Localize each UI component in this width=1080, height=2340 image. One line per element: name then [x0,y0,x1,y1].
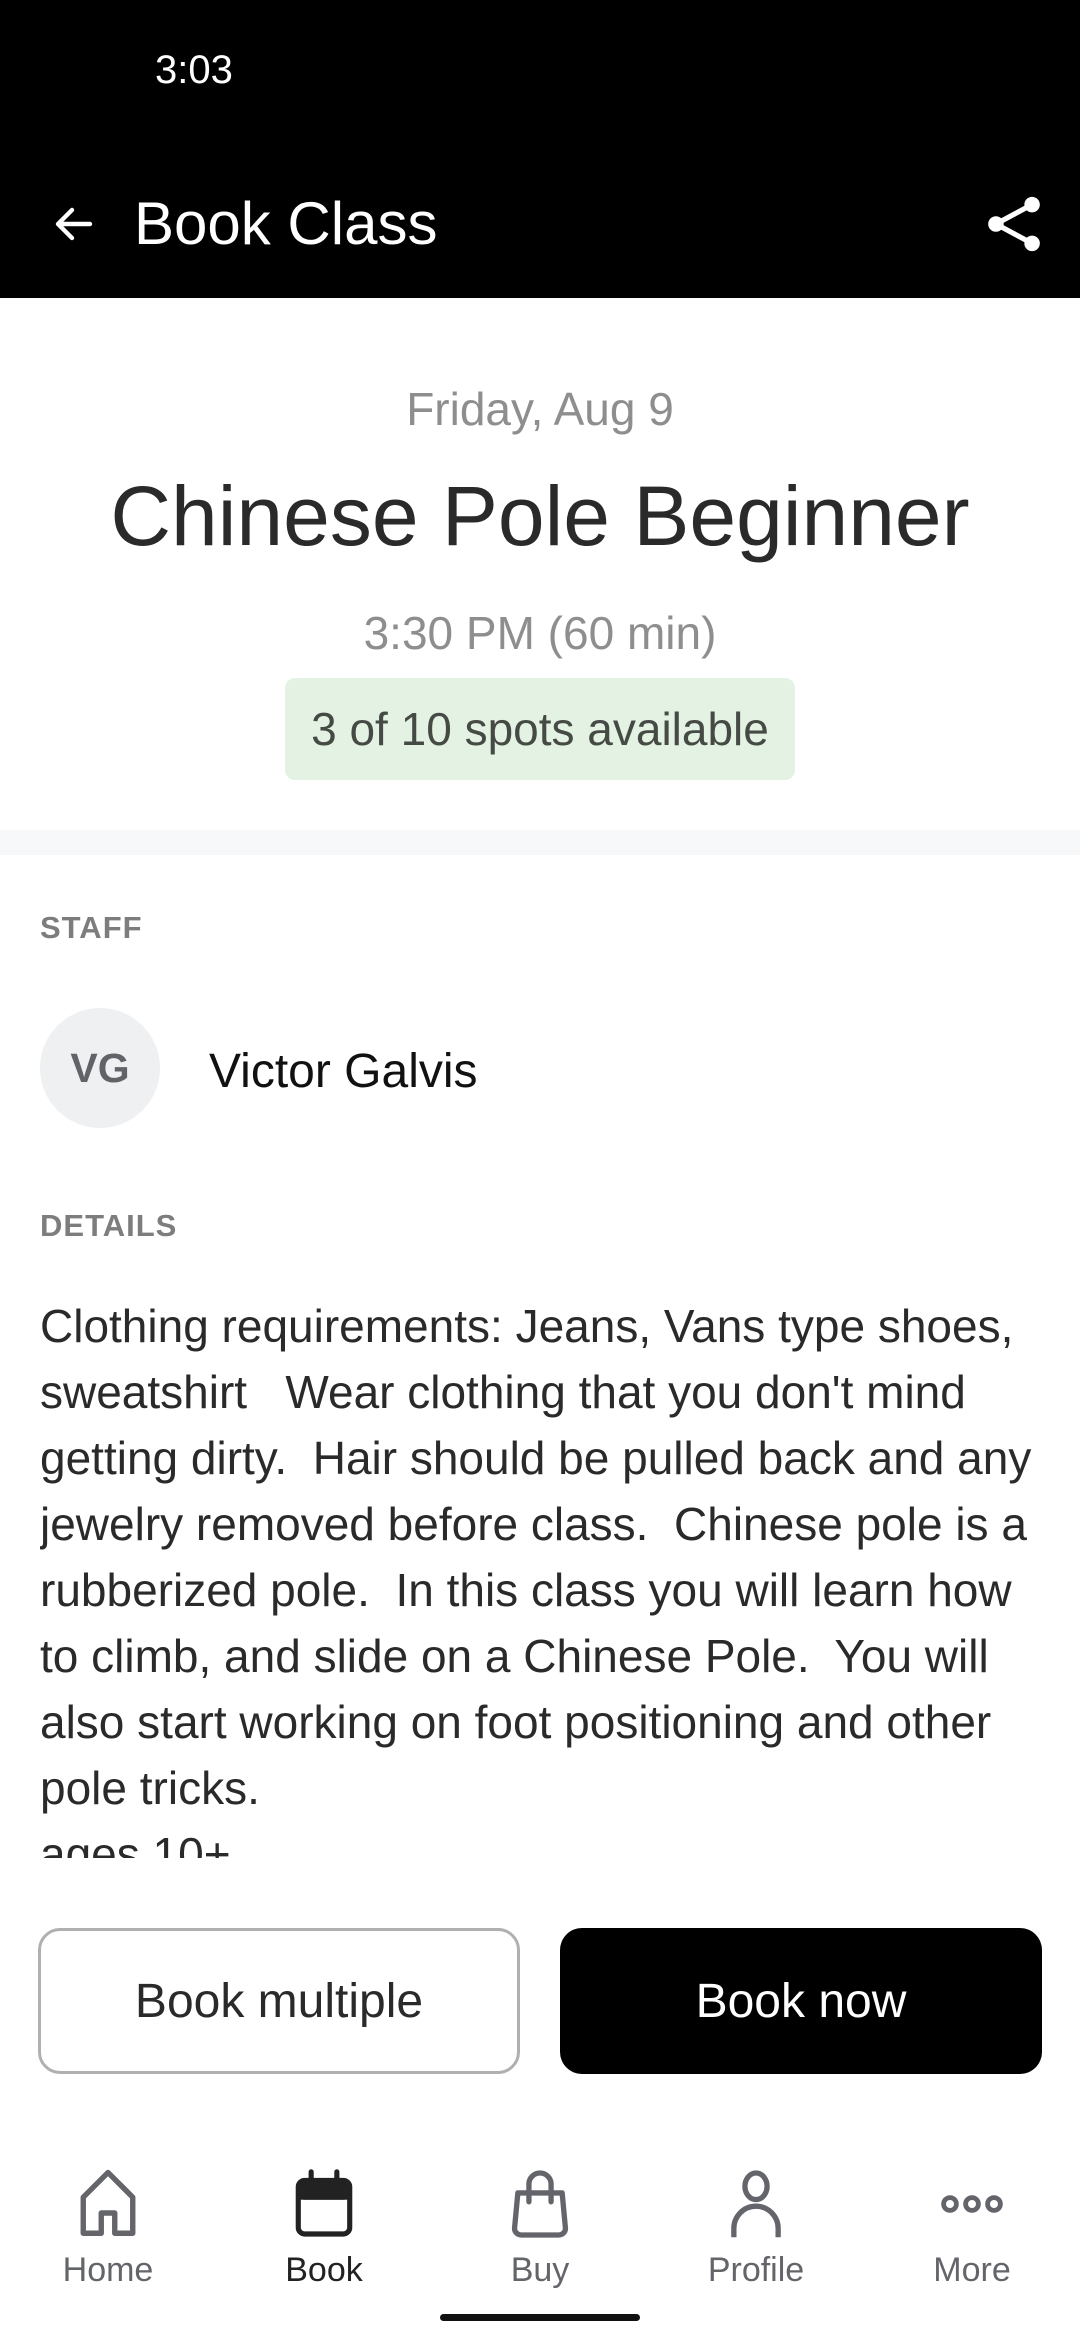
section-divider [0,830,1080,855]
book-now-button[interactable]: Book now [560,1928,1042,2074]
shopping-bag-icon [511,2169,569,2238]
person-icon [731,2169,781,2237]
arrow-left-icon [55,207,93,241]
avatar: VG [40,1008,160,1128]
book-multiple-button[interactable]: Book multiple [38,1928,520,2074]
class-time: 3:30 PM (60 min) [363,607,717,659]
details-section-label: DETAILS [40,1208,178,1243]
class-description: Clothing requirements: Jeans, Vans type … [40,1300,1032,1858]
more-dots-icon [941,2194,1003,2213]
app-bar: Book Class [0,150,1080,298]
staff-section-label: STAFF [40,910,143,945]
status-bar: 3:03 [0,0,1080,150]
nav-item-book[interactable]: Book [216,2140,432,2290]
calendar-icon [295,2168,353,2237]
home-indicator[interactable] [440,2314,640,2321]
class-header: Friday, Aug 9 Chinese Pole Beginner 3:30… [0,298,1080,830]
nav-label: Home [62,2251,154,2289]
bottom-nav: Home Book Buy Profile More [0,2140,1080,2290]
nav-item-more[interactable]: More [864,2140,1080,2290]
back-button[interactable] [40,190,108,258]
staff-name: Victor Galvis [209,1045,478,1098]
staff-list-item[interactable]: VG Victor Galvis [40,1008,1040,1128]
share-icon [988,196,1040,252]
page-title: Book Class [134,190,438,257]
nav-item-home[interactable]: Home [0,2140,216,2290]
nav-item-profile[interactable]: Profile [648,2140,864,2290]
nav-label: More [933,2251,1011,2289]
nav-label: Profile [707,2251,805,2289]
class-date: Friday, Aug 9 [406,383,674,435]
class-name: Chinese Pole Beginner [110,469,970,563]
share-button[interactable] [976,186,1052,262]
status-time: 3:03 [155,48,233,92]
nav-label: Buy [510,2251,570,2289]
nav-label: Book [285,2251,363,2289]
nav-item-buy[interactable]: Buy [432,2140,648,2290]
availability-badge: 3 of 10 spots available [285,678,795,780]
home-icon [80,2169,136,2236]
